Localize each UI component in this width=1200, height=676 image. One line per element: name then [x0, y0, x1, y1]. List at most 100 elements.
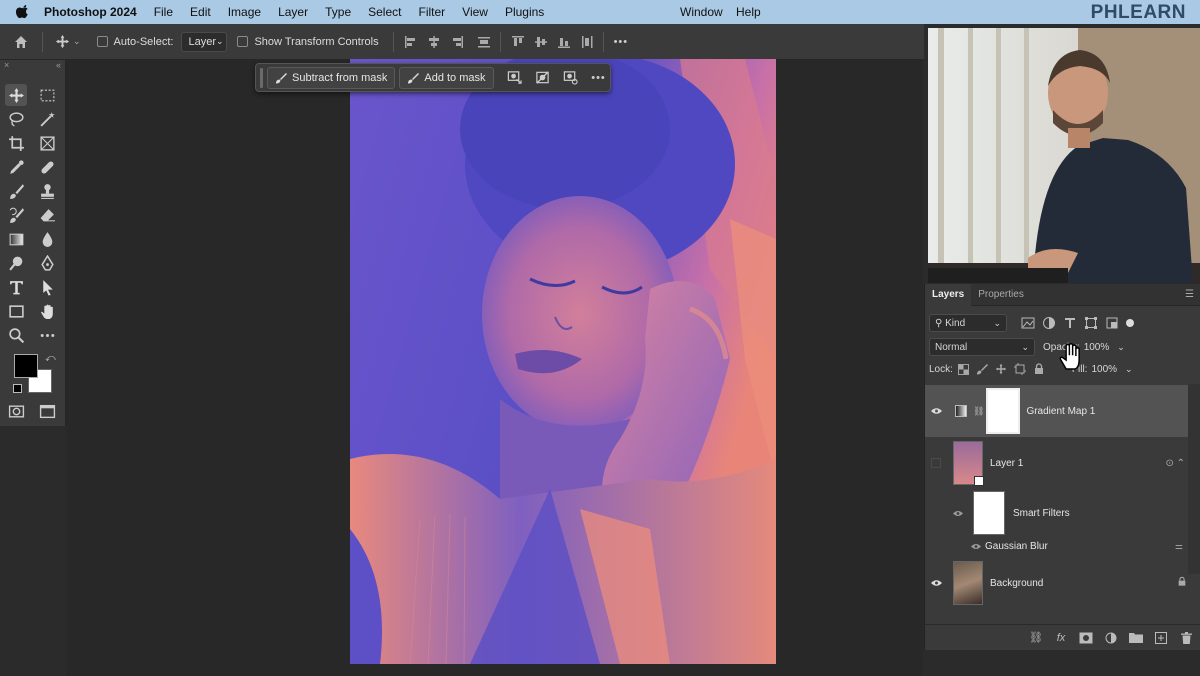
move-tool-icon[interactable]: [53, 33, 71, 51]
visibility-eye-icon[interactable]: [925, 407, 947, 415]
fill-value[interactable]: 100%: [1091, 364, 1117, 375]
lock-transparent-icon[interactable]: [957, 363, 969, 375]
filter-toggle-icon[interactable]: [1126, 319, 1134, 327]
clone-stamp-tool[interactable]: [36, 180, 58, 202]
menu-type[interactable]: Type: [325, 5, 351, 19]
chain-link-icon[interactable]: ⛓: [973, 406, 984, 417]
filter-options-icon[interactable]: ⚌: [1175, 541, 1183, 552]
quick-mask-button[interactable]: [5, 400, 27, 422]
layer-name[interactable]: Gradient Map 1: [1026, 406, 1095, 417]
visibility-eye-icon[interactable]: [925, 579, 947, 587]
fx-icon[interactable]: fx: [1054, 631, 1068, 645]
lasso-tool[interactable]: [5, 108, 27, 130]
home-icon[interactable]: [12, 33, 30, 51]
invert-mask-button[interactable]: [560, 67, 582, 89]
tab-properties[interactable]: Properties: [971, 284, 1031, 306]
layer-row-gradient-map[interactable]: ⛓ Gradient Map 1: [925, 385, 1189, 437]
visibility-eye-icon[interactable]: [969, 543, 983, 550]
align-bottom-icon[interactable]: [557, 35, 571, 49]
document-image[interactable]: [350, 59, 776, 664]
tab-layers[interactable]: Layers: [925, 283, 972, 306]
layer-name[interactable]: Smart Filters: [1013, 508, 1070, 519]
apple-icon[interactable]: [16, 5, 30, 19]
filter-adjustment-icon[interactable]: [1042, 316, 1056, 330]
chevron-down-icon[interactable]: ⌄: [1125, 364, 1133, 375]
lock-artboard-icon[interactable]: [1013, 363, 1026, 375]
swap-colors-icon[interactable]: ⤺: [45, 353, 56, 364]
smart-filter-mask-thumbnail[interactable]: [973, 491, 1005, 535]
filter-shape-icon[interactable]: [1084, 316, 1098, 330]
move-tool[interactable]: [5, 84, 27, 106]
magic-wand-tool[interactable]: [36, 108, 58, 130]
drag-handle[interactable]: [260, 67, 263, 88]
visibility-off-icon[interactable]: [925, 458, 947, 468]
layer-row-background[interactable]: Background: [925, 558, 1189, 608]
opacity-value[interactable]: 100%: [1084, 342, 1110, 353]
panel-menu-icon[interactable]: ☰: [1185, 289, 1194, 300]
menu-window[interactable]: Window: [680, 0, 723, 24]
menu-select[interactable]: Select: [368, 5, 401, 19]
disable-mask-button[interactable]: [532, 67, 554, 89]
hand-tool[interactable]: [36, 300, 58, 322]
path-selection-tool[interactable]: [36, 276, 58, 298]
layers-scrollbar[interactable]: [1188, 384, 1200, 574]
eyedropper-tool[interactable]: [5, 156, 27, 178]
healing-brush-tool[interactable]: [36, 156, 58, 178]
filter-type-icon[interactable]: [1063, 316, 1077, 330]
menu-layer[interactable]: Layer: [278, 5, 308, 19]
subtract-from-mask-button[interactable]: Subtract from mask: [267, 66, 396, 89]
brush-tool[interactable]: [5, 180, 27, 202]
align-right-icon[interactable]: [450, 35, 464, 49]
mask-options-button[interactable]: [504, 67, 526, 89]
distribute-vertical-icon[interactable]: [580, 35, 594, 49]
lock-position-icon[interactable]: [995, 363, 1007, 375]
new-adjustment-icon[interactable]: [1104, 631, 1118, 645]
chevron-down-icon[interactable]: ⌄: [1117, 342, 1125, 353]
align-left-icon[interactable]: [404, 35, 418, 49]
blend-mode-dropdown[interactable]: Normal ⌄: [929, 338, 1035, 356]
menu-file[interactable]: File: [154, 5, 173, 19]
pen-tool[interactable]: [36, 252, 58, 274]
edit-toolbar-button[interactable]: [36, 324, 58, 346]
filter-kind-dropdown[interactable]: ⚲ Kind ⌄: [929, 314, 1007, 332]
close-icon[interactable]: ×: [4, 60, 9, 70]
marquee-tool[interactable]: [36, 84, 58, 106]
chevron-down-icon[interactable]: ⌄: [73, 36, 81, 47]
smart-filter-toggle-icon[interactable]: ⊙ ⌃: [1165, 458, 1185, 469]
lock-pixels-icon[interactable]: [976, 363, 988, 375]
link-layers-icon[interactable]: ⛓: [1029, 631, 1043, 645]
layer-name[interactable]: Layer 1: [990, 458, 1023, 469]
align-middle-icon[interactable]: [534, 35, 548, 49]
trash-icon[interactable]: [1179, 631, 1193, 645]
menu-filter[interactable]: Filter: [418, 5, 445, 19]
align-center-icon[interactable]: [427, 35, 441, 49]
dodge-tool[interactable]: [5, 252, 27, 274]
filter-pixel-icon[interactable]: [1021, 316, 1035, 330]
more-options-button[interactable]: •••: [588, 67, 610, 89]
align-top-icon[interactable]: [511, 35, 525, 49]
rectangle-tool[interactable]: [5, 300, 27, 322]
lock-all-icon[interactable]: [1033, 363, 1045, 375]
auto-select-checkbox[interactable]: [96, 36, 108, 47]
menu-plugins[interactable]: Plugins: [505, 5, 544, 19]
eraser-tool[interactable]: [36, 204, 58, 226]
visibility-eye-icon[interactable]: [947, 510, 969, 517]
foreground-color-swatch[interactable]: [14, 354, 38, 378]
add-mask-icon[interactable]: [1079, 631, 1093, 645]
new-group-folder-icon[interactable]: [1129, 631, 1143, 645]
collapse-icon[interactable]: «: [56, 60, 61, 70]
app-name-menu[interactable]: Photoshop 2024: [44, 5, 137, 19]
zoom-tool[interactable]: [5, 324, 27, 346]
screen-mode-button[interactable]: [36, 400, 58, 422]
add-to-mask-button[interactable]: Add to mask: [399, 66, 494, 89]
crop-tool[interactable]: [5, 132, 27, 154]
transform-controls-checkbox[interactable]: [237, 36, 249, 47]
new-layer-icon[interactable]: [1154, 631, 1168, 645]
type-tool[interactable]: [5, 276, 27, 298]
gradient-tool[interactable]: [5, 228, 27, 250]
auto-select-dropdown[interactable]: Layer ⌄: [181, 31, 228, 52]
layer-name[interactable]: Background: [990, 578, 1043, 589]
smart-filters-row[interactable]: Smart Filters: [925, 489, 1189, 537]
filter-name[interactable]: Gaussian Blur: [985, 541, 1048, 552]
more-options-icon[interactable]: •••: [614, 36, 629, 48]
